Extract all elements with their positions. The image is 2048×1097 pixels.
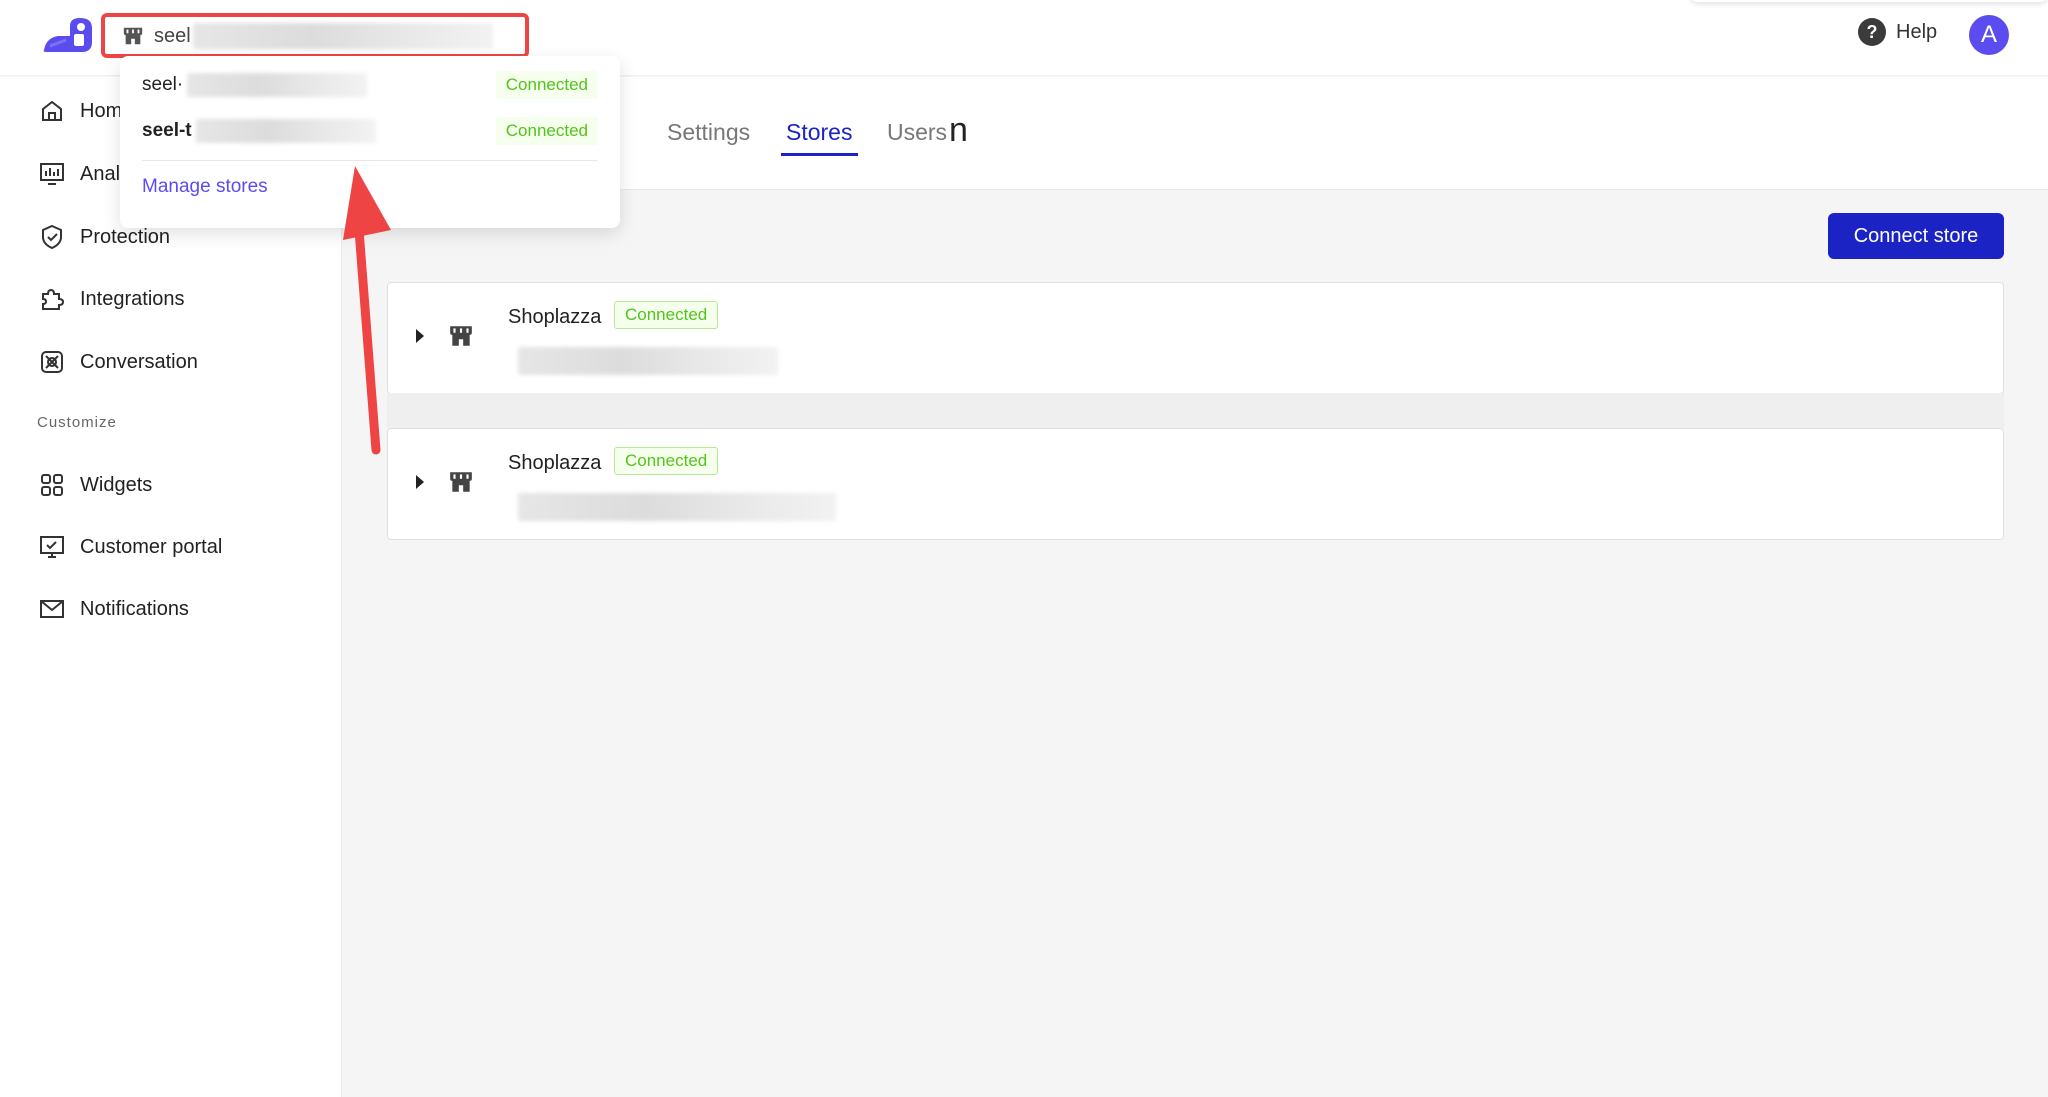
divider-band xyxy=(387,393,2004,428)
chart-monitor-icon xyxy=(40,163,64,185)
sidebar-item-widgets[interactable]: Widgets xyxy=(38,468,152,502)
redacted-store-domain xyxy=(518,347,778,375)
store-card[interactable]: Shoplazza Connected xyxy=(387,428,2004,540)
store-option[interactable]: seel· Connected xyxy=(142,68,598,102)
store-option-name: seel· xyxy=(142,74,184,95)
redacted-store-name xyxy=(195,119,376,143)
question-icon: ? xyxy=(1858,18,1886,46)
store-platform: Shoplazza xyxy=(508,452,602,474)
tab-users[interactable]: Users xyxy=(887,119,947,146)
store-option-name: seel-t xyxy=(142,120,192,141)
avatar[interactable]: A xyxy=(1969,15,2009,55)
help-button[interactable]: ? Help xyxy=(1858,18,1937,46)
sidebar-item-label: Hom xyxy=(80,99,123,122)
sidebar-item-integrations[interactable]: Integrations xyxy=(38,282,185,316)
annotation-highlight-box xyxy=(101,13,529,58)
sidebar-item-home[interactable]: Hom xyxy=(38,94,122,128)
sidebar-item-label: Widgets xyxy=(80,473,153,496)
tab-stores[interactable]: Stores xyxy=(786,119,852,146)
help-label: Help xyxy=(1896,20,1938,43)
store-option-selected[interactable]: seel-t Connected xyxy=(142,114,598,148)
sidebar-item-label: Customer portal xyxy=(80,535,223,558)
expand-caret-icon[interactable] xyxy=(416,329,424,343)
sidebar-item-label: Conversation xyxy=(80,350,198,373)
sidebar-item-label: Protection xyxy=(80,225,171,248)
manage-stores-link[interactable]: Manage stores xyxy=(142,176,268,198)
storefront-icon xyxy=(450,326,472,346)
sidebar-item-conversation[interactable]: Conversation xyxy=(38,345,198,379)
popover-edge xyxy=(1690,0,2048,2)
expand-caret-icon[interactable] xyxy=(416,475,424,489)
status-badge: Connected xyxy=(614,447,719,475)
store-platform: Shoplazza xyxy=(508,306,602,328)
monitor-check-icon xyxy=(40,536,64,558)
sidebar-item-analytics[interactable]: Anal xyxy=(38,157,120,191)
sidebar-item-label: Anal xyxy=(80,162,121,185)
section-label-customize: Customize xyxy=(37,414,117,431)
mail-icon xyxy=(40,600,64,618)
redacted-store-name xyxy=(187,73,368,97)
status-badge: Connected xyxy=(614,301,719,329)
sidebar-item-label: Notifications xyxy=(80,597,189,620)
puzzle-icon xyxy=(42,288,65,310)
status-badge: Connected xyxy=(495,71,598,99)
home-icon xyxy=(42,100,62,121)
status-badge: Connected xyxy=(495,117,598,145)
redacted-store-domain xyxy=(518,493,836,521)
widgets-grid-icon xyxy=(41,474,63,496)
store-card[interactable]: Shoplazza Connected xyxy=(387,282,2004,394)
connect-store-button[interactable]: Connect store xyxy=(1828,213,2004,259)
storefront-icon xyxy=(450,472,472,492)
sidebar-item-notifications[interactable]: Notifications xyxy=(38,592,189,626)
tab-settings[interactable]: Settings xyxy=(667,119,750,146)
annotation-arrow-icon xyxy=(343,166,391,455)
seel-logo-icon[interactable] xyxy=(40,14,96,56)
sidebar-item-label: Integrations xyxy=(80,287,185,310)
shield-check-icon xyxy=(42,224,62,250)
conversation-icon xyxy=(41,351,63,373)
sidebar: Hom Anal Protection Integrations Convers… xyxy=(0,77,342,1097)
page-title: n xyxy=(949,111,968,149)
sidebar-item-customer-portal[interactable]: Customer portal xyxy=(38,530,222,564)
active-tab-indicator xyxy=(781,153,858,156)
